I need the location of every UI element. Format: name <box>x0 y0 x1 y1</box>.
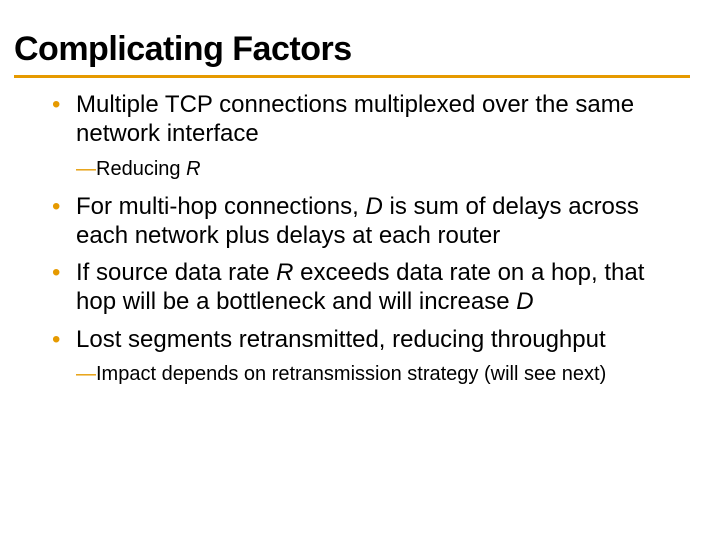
dash-icon: — <box>76 363 96 385</box>
variable-d: D <box>516 288 533 315</box>
dash-icon: — <box>76 158 96 180</box>
bullet-text: For multi-hop connections, <box>76 193 365 220</box>
bullet-item: Lost segments retransmitted, reducing th… <box>52 325 668 354</box>
slide: Complicating Factors Multiple TCP connec… <box>0 0 720 540</box>
bullet-text: Multiple TCP connections multiplexed ove… <box>76 91 634 147</box>
bullet-item: For multi-hop connections, D is sum of d… <box>52 192 668 251</box>
sub-text: Impact depends on retransmission strateg… <box>96 363 606 385</box>
bullet-text: If source data rate <box>76 259 276 286</box>
title-underline <box>14 75 690 78</box>
variable-r: R <box>186 158 200 180</box>
bullet-list: Multiple TCP connections multiplexed ove… <box>14 90 690 149</box>
slide-title: Complicating Factors <box>14 30 690 69</box>
sub-bullet: —Reducing R <box>76 157 690 182</box>
bullet-list: For multi-hop connections, D is sum of d… <box>14 192 690 354</box>
variable-d: D <box>365 193 382 220</box>
bullet-item: Multiple TCP connections multiplexed ove… <box>52 90 668 149</box>
sub-text: Reducing <box>96 158 186 180</box>
bullet-text: Lost segments retransmitted, reducing th… <box>76 326 606 353</box>
sub-bullet: —Impact depends on retransmission strate… <box>76 362 690 387</box>
variable-r: R <box>276 259 293 286</box>
bullet-item: If source data rate R exceeds data rate … <box>52 258 668 317</box>
